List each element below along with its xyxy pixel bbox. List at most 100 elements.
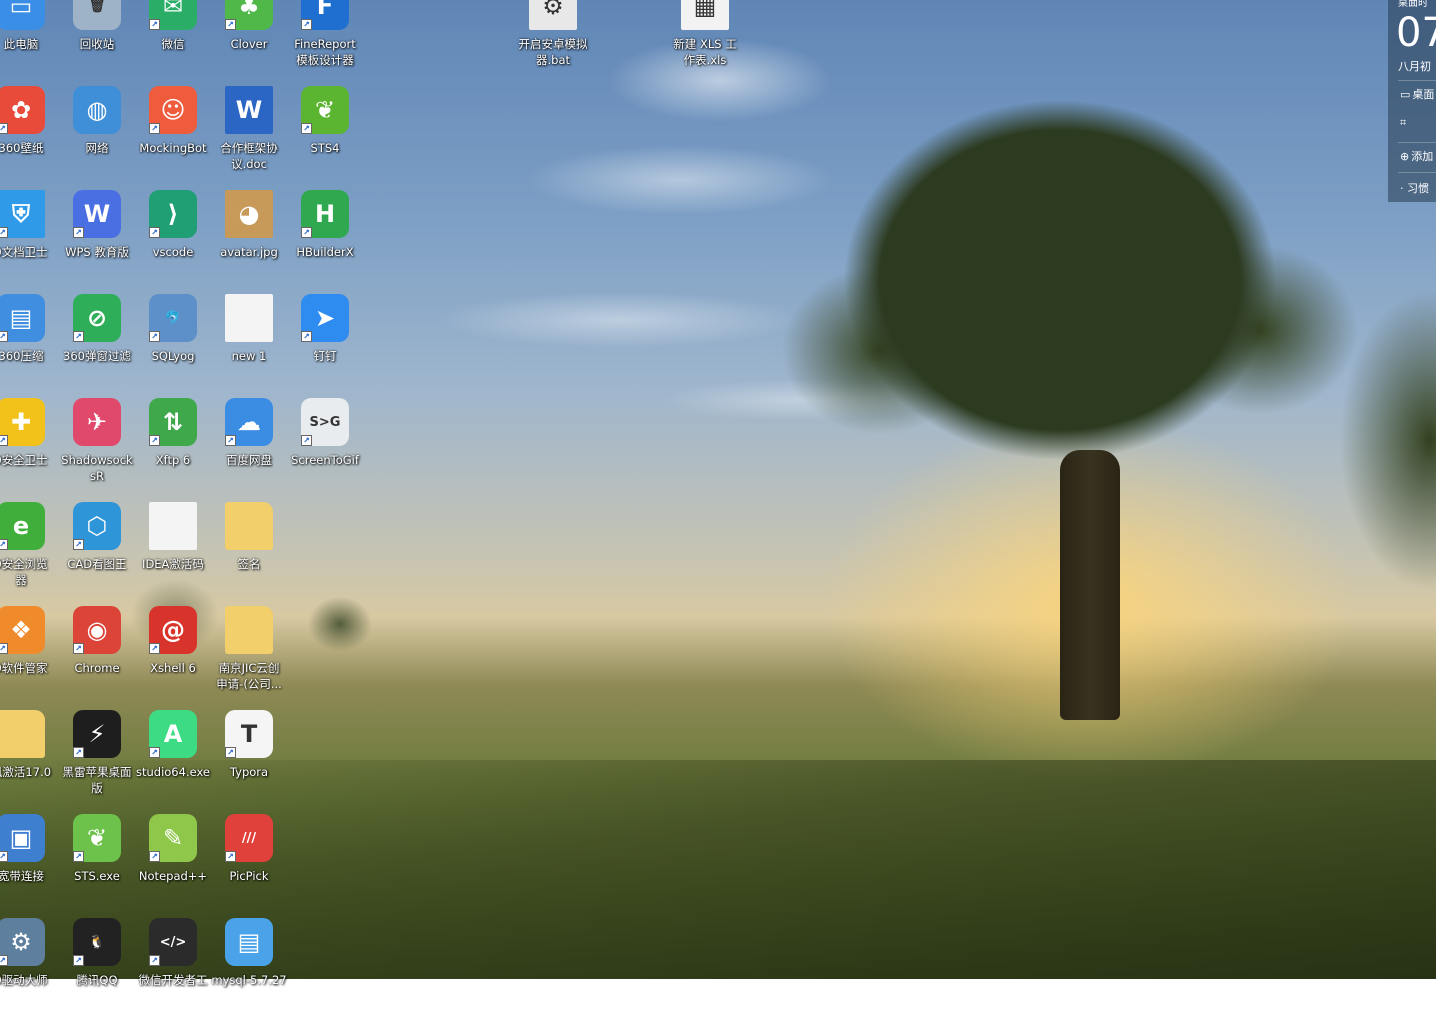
desktop-shortcut-label: 新建 XLS 工 作表.xls	[673, 37, 737, 67]
crop-icon: ⌗	[1400, 116, 1407, 129]
desktop-shortcut[interactable]: ▣ ↗ 宽带连接	[0, 814, 59, 914]
desktop-shortcut[interactable]: ⊘ ↗ 360弹窗过滤	[59, 294, 135, 394]
desktop-shortcut[interactable]: @ ↗ Xshell 6	[135, 606, 211, 706]
text-file-icon	[149, 502, 197, 550]
desktop-shortcut[interactable]: ⛨↗0文档卫士	[0, 190, 59, 290]
desktop-shortcut-label: FineReport 模板设计器	[294, 37, 356, 67]
desktop-shortcut-label: 网络	[85, 141, 109, 155]
clover-icon: ♣ ↗	[225, 0, 273, 30]
desktop-shortcut[interactable]: F ↗ FineReport 模板设计器	[287, 0, 363, 82]
desktop-shortcut[interactable]: ⚡ ↗ 黑雷苹果桌面 版	[59, 710, 135, 810]
desktop-shortcut[interactable]: new 1	[211, 294, 287, 394]
cad-viewer-icon: ⬡ ↗	[73, 502, 121, 550]
widget-item-add[interactable]: ⊕ 添加	[1400, 148, 1433, 164]
desktop-shortcut[interactable]: T ↗ Typora	[211, 710, 287, 810]
widget-item-habit[interactable]: · 习惯	[1400, 180, 1429, 196]
android-studio-icon: A ↗	[149, 710, 197, 758]
desktop-shortcut[interactable]: 风激活17.0	[0, 710, 59, 810]
icon-glyph: ///	[241, 830, 257, 846]
desktop-shortcut[interactable]: 签名	[211, 502, 287, 602]
desktop-shortcut-label: Chrome	[74, 661, 120, 675]
desktop-shortcut-label: 微信	[161, 37, 185, 51]
desktop-shortcut[interactable]: ❖↗ 0软件管家	[0, 606, 59, 706]
desktop-shortcut[interactable]: /// ↗ PicPick	[211, 814, 287, 914]
picpick-icon: /// ↗	[225, 814, 273, 862]
desktop-shortcut[interactable]: 南京JIC云创 申请-(公司...	[211, 606, 287, 706]
desktop-shortcut[interactable]: ☁ ↗ 百度网盘	[211, 398, 287, 498]
desktop-widget-panel[interactable]: 桌面时 07 八月初 ▭ 桌面 ⌗ ⊕ 添加 · 习惯	[1388, 0, 1436, 202]
widget-item-desktop[interactable]: ▭ 桌面	[1400, 86, 1434, 102]
word-doc-icon: W	[225, 86, 273, 134]
360-browser-icon: e ↗	[0, 502, 45, 550]
desktop-shortcut[interactable]: ◕ avatar.jpg	[211, 190, 287, 290]
desktop-shortcut[interactable]: ⬡ ↗ CAD看图王	[59, 502, 135, 602]
desktop-shortcut-label: 0文档卫士	[0, 245, 48, 259]
desktop-shortcut[interactable]: ✉ ↗ 微信	[135, 0, 211, 82]
desktop-shortcut[interactable]: ⟩ ↗ vscode	[135, 190, 211, 290]
shortcut-arrow-icon: ↗	[73, 747, 84, 758]
desktop-shortcut[interactable]: ➤ ↗ 钉钉	[287, 294, 363, 394]
widget-date: 八月初	[1398, 60, 1431, 73]
shortcut-arrow-icon: ↗	[73, 539, 84, 550]
zip-archive-icon: ▤	[225, 918, 273, 966]
recycle-bin-icon: 🗑	[73, 0, 121, 30]
desktop-shortcut[interactable]: W ↗ WPS 教育版	[59, 190, 135, 290]
icon-glyph: ▦	[693, 0, 717, 20]
desktop-shortcut[interactable]: ✈ Shadowsock sR	[59, 398, 135, 498]
desktop-shortcut[interactable]: H ↗ HBuilderX	[287, 190, 363, 290]
desktop-shortcut-label: avatar.jpg	[220, 245, 278, 259]
desktop-shortcut[interactable]: 🐧 ↗ 腾讯QQ	[59, 918, 135, 1018]
icon-glyph: ✿	[10, 96, 32, 124]
desktop-shortcut[interactable]: S>G ↗ ScreenToGif	[287, 398, 363, 498]
desktop-shortcut[interactable]: e↗0安全浏览 器	[0, 502, 59, 602]
icon-glyph: ♣	[238, 0, 260, 20]
desktop-shortcut-label: 腾讯QQ	[76, 973, 118, 987]
desktop-shortcut[interactable]: ✿ ↗ 360壁纸	[0, 86, 59, 186]
wechat-icon: ✉ ↗	[149, 0, 197, 30]
desktop-shortcut-label: 360弹窗过滤	[63, 349, 131, 363]
shortcut-arrow-icon: ↗	[73, 331, 84, 342]
desktop-shortcut[interactable]: ❦ ↗ STS4	[287, 86, 363, 186]
desktop-shortcut[interactable]: ⚙↗ 0驱动大师	[0, 918, 59, 1018]
shortcut-arrow-icon: ↗	[225, 851, 236, 862]
folder-icon	[0, 710, 45, 758]
desktop-shortcut[interactable]: W 合作框架协 议.doc	[211, 86, 287, 186]
icon-glyph: e	[12, 512, 30, 540]
desktop-shortcut[interactable]: ▭ 此电脑	[0, 0, 59, 82]
icon-glyph: ⛨	[12, 200, 30, 228]
desktop-shortcut[interactable]: ⚙ 开启安卓模拟 器.bat	[515, 0, 591, 82]
icon-glyph: ⚙	[542, 0, 564, 20]
icon-glyph: ✈	[86, 408, 108, 436]
vscode-icon: ⟩ ↗	[149, 190, 197, 238]
desktop-shortcut[interactable]: IDEA激活码	[135, 502, 211, 602]
icon-glyph: ⊘	[86, 304, 108, 332]
icon-glyph: ▣	[9, 824, 33, 852]
desktop-shortcut[interactable]: ⇅ ↗ Xftp 6	[135, 398, 211, 498]
icon-glyph: ▭	[9, 0, 33, 20]
desktop-shortcut[interactable]: ♣ ↗ Clover	[211, 0, 287, 82]
xshell-icon: @ ↗	[149, 606, 197, 654]
desktop-shortcut-label: CAD看图王	[67, 557, 127, 571]
widget-item-crop[interactable]: ⌗	[1400, 116, 1406, 130]
desktop-shortcut[interactable]: ☺ ↗ MockingBot	[135, 86, 211, 186]
desktop-shortcut[interactable]: ▤ ↗ 360压缩	[0, 294, 59, 394]
desktop-shortcut[interactable]: 🗑 回收站	[59, 0, 135, 82]
desktop-shortcut-label: 百度网盘	[226, 453, 272, 467]
desktop-shortcut[interactable]: ✎ ↗ Notepad++	[135, 814, 211, 914]
icon-glyph: 🐧	[88, 934, 106, 950]
desktop-shortcut[interactable]: ✚↗ 0安全卫士	[0, 398, 59, 498]
desktop-shortcut[interactable]: </> ↗ 微信开发者工	[135, 918, 211, 1018]
chrome-icon: ◉ ↗	[73, 606, 121, 654]
desktop-shortcut[interactable]: 🐬 ↗ SQLyog	[135, 294, 211, 394]
desktop-shortcut[interactable]: ▤ mysql-5.7.27	[211, 918, 287, 1018]
desktop-shortcut[interactable]: A ↗ studio64.exe	[135, 710, 211, 810]
xls-file-icon: ▦	[681, 0, 729, 30]
360-zip-icon: ▤ ↗	[0, 294, 45, 342]
desktop-shortcut-label: Shadowsock sR	[61, 453, 133, 483]
desktop-shortcut[interactable]: ❦ ↗ STS.exe	[59, 814, 135, 914]
desktop-shortcut-label: 风激活17.0	[0, 765, 52, 779]
desktop-shortcut[interactable]: ◍ 网络	[59, 86, 135, 186]
desktop-shortcut[interactable]: ◉ ↗ Chrome	[59, 606, 135, 706]
desktop-shortcut[interactable]: ▦ 新建 XLS 工 作表.xls	[667, 0, 743, 82]
shortcut-arrow-icon: ↗	[149, 19, 160, 30]
